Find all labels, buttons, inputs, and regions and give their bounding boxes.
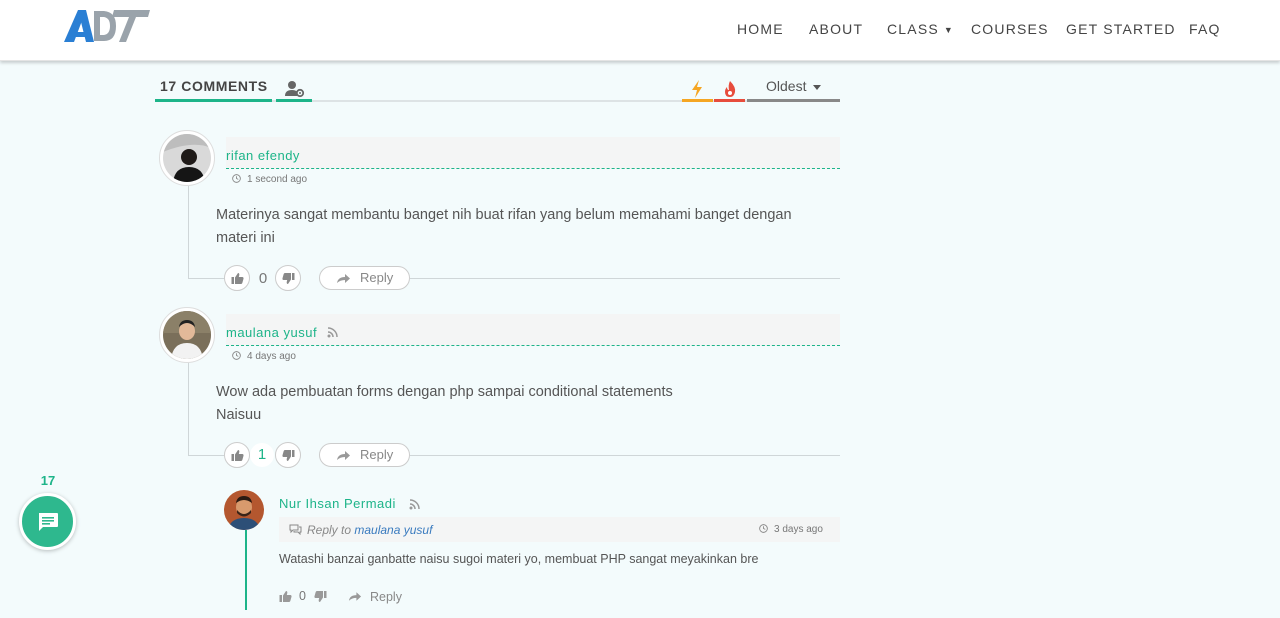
reply-arrow-icon [348,592,362,601]
thread-line [188,455,224,456]
reply-link[interactable]: Reply [348,590,402,604]
upvote-button[interactable] [224,265,250,291]
downvote-button[interactable] [275,265,301,291]
clock-icon [232,174,241,183]
site-logo[interactable] [64,8,150,44]
thumbs-up-icon [231,273,244,284]
floating-comments-button[interactable] [19,493,76,550]
nav-class[interactable]: CLASS ▼ [887,21,954,37]
nav-get-started[interactable]: GET STARTED [1066,21,1176,37]
avatar[interactable] [159,130,215,186]
thumbs-up-icon[interactable] [279,590,292,603]
vote-count: 1 [250,443,274,467]
tab-underline [155,99,272,102]
sort-dropdown[interactable]: Oldest [747,78,840,100]
downvote-button[interactable] [275,442,301,468]
comment-text-line: Naisuu [216,407,262,423]
comment-time: 1 second ago [232,174,307,185]
bolt-underline [682,99,713,102]
comments-icon [289,524,302,536]
chat-icon [39,513,58,531]
reply-label: Reply [360,447,394,462]
reply-time-text: 3 days ago [774,524,823,535]
caret-down-icon: ▼ [943,25,955,35]
sort-label: Oldest [766,78,807,94]
thumbs-up-icon [231,450,244,461]
thread-line [188,186,189,279]
vote-count: 0 [299,589,306,603]
reply-thread-line [245,530,247,610]
reply-time: 3 days ago [759,524,823,535]
comment-author[interactable]: rifan efendy [226,148,300,163]
comment-time-text: 1 second ago [247,174,308,185]
vote-count: 0 [258,270,268,287]
comment-author[interactable]: maulana yusuf [226,325,317,340]
thread-line [188,363,189,456]
reply-label: Reply [360,270,394,285]
reply-label: Reply [370,590,402,604]
avatar[interactable] [159,307,215,363]
comment-text: Materinya sangat membantu banget nih bua… [216,207,792,246]
nav-class-label: CLASS [887,21,939,37]
nav-about[interactable]: ABOUT [809,21,863,37]
reply-to-link[interactable]: maulana yusuf [354,523,432,537]
comment-text-line: Wow ada pembuatan forms dengan php sampa… [216,384,673,400]
thread-line [410,278,840,279]
thumbs-down-icon [282,450,295,461]
thumbs-down-icon[interactable] [314,590,327,603]
reply-text: Watashi banzai ganbatte naisu sugoi mate… [279,552,759,566]
nav-courses[interactable]: COURSES [971,21,1049,37]
clock-icon [232,351,241,360]
rss-icon[interactable] [327,327,338,338]
comment-time-text: 4 days ago [247,351,296,362]
thread-line [410,455,840,456]
reply-to-prefix: Reply to [307,523,352,537]
tab-underline [276,99,312,102]
thumbs-down-icon [282,273,295,284]
reply-arrow-icon [337,274,350,283]
nav-faq[interactable]: FAQ [1189,21,1221,37]
floating-comment-count: 17 [40,473,56,488]
comment-text: Wow ada pembuatan forms dengan php sampa… [216,381,816,427]
comments-count-tab[interactable]: 17 COMMENTS [160,78,268,94]
avatar[interactable] [224,490,264,530]
fire-underline [714,99,745,102]
nav-home[interactable]: HOME [737,21,784,37]
reply-author[interactable]: Nur Ihsan Permadi [279,496,396,511]
reply-button[interactable]: Reply [319,266,410,290]
rss-icon[interactable] [409,499,420,510]
thread-line [188,278,224,279]
comment-time: 4 days ago [232,351,296,362]
reply-arrow-icon [337,451,350,460]
sort-underline [747,99,840,102]
comment-header: rifan efendy [226,137,840,169]
caret-down-icon [813,85,821,90]
upvote-button[interactable] [224,442,250,468]
site-header: HOME ABOUT CLASS ▼ COURSES GET STARTED FA… [0,0,1280,61]
reply-to: Reply to maulana yusuf [289,523,432,537]
reply-meta: Reply to maulana yusuf 3 days ago [279,517,840,542]
comment-header: maulana yusuf [226,314,840,346]
clock-icon [759,524,768,533]
reply-button[interactable]: Reply [319,443,410,467]
